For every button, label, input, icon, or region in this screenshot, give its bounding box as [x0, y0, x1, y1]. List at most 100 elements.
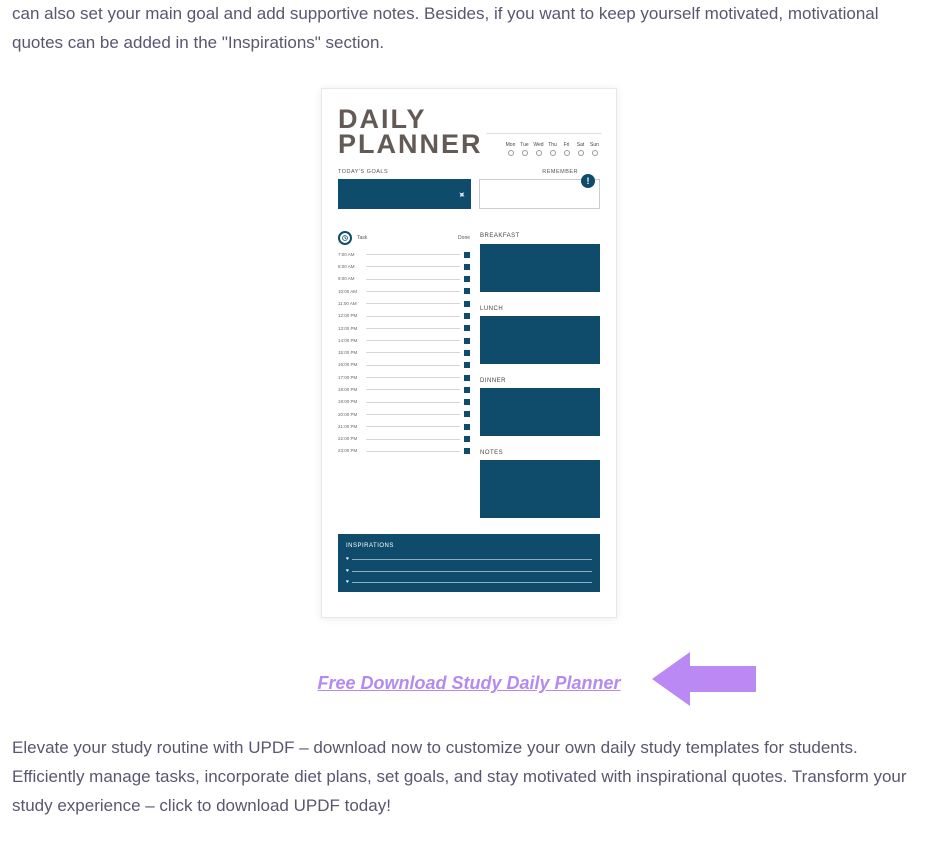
- done-checkbox: [464, 411, 470, 417]
- schedule-line: [366, 291, 460, 292]
- goals-box: ✦: [338, 179, 471, 209]
- day-thu: Thu: [547, 141, 558, 157]
- done-checkbox: [464, 338, 470, 344]
- sched-head-task: Task: [357, 234, 367, 243]
- done-checkbox: [464, 387, 470, 393]
- schedule-rows: 7:00 AM 8:00 AM 9:00 AM 10:00 AM 11:00 AM 12:…: [338, 248, 470, 457]
- schedule-time: 7:00 AM: [338, 251, 362, 259]
- breakfast-label: BREAKFAST: [480, 231, 600, 241]
- schedule-time: 20:00 PM: [338, 411, 362, 419]
- planner-header: DAILY PLANNER Mon Tue Wed Thu Fri Sat Su…: [338, 107, 600, 158]
- planner-title-line2: PLANNER: [338, 132, 483, 158]
- lunch-label: LUNCH: [480, 304, 600, 314]
- intro-paragraph: can also set your main goal and add supp…: [12, 0, 926, 58]
- day-sat: Sat: [575, 141, 586, 157]
- schedule-row: 14:00 PM: [338, 334, 470, 346]
- day-sun: Sun: [589, 141, 600, 157]
- done-checkbox: [464, 350, 470, 356]
- schedule-row: 18:00 PM: [338, 384, 470, 396]
- sched-head-done: Done: [458, 234, 470, 243]
- inspiration-line: ♥: [346, 567, 592, 576]
- day-mon: Mon: [505, 141, 516, 157]
- schedule-column: Task Done 7:00 AM 8:00 AM 9:00 AM 10:00 AM 1…: [338, 231, 470, 518]
- schedule-time: 18:00 PM: [338, 386, 362, 394]
- week-days: Mon Tue Wed Thu Fri Sat Sun: [505, 141, 600, 157]
- inspiration-line: ♥: [346, 555, 592, 564]
- schedule-time: 15:00 PM: [338, 349, 362, 357]
- schedule-line: [366, 414, 460, 415]
- outro-paragraph: Elevate your study routine with UPDF – d…: [12, 734, 926, 821]
- done-checkbox: [464, 288, 470, 294]
- done-checkbox: [464, 252, 470, 258]
- schedule-time: 10:00 AM: [338, 288, 362, 296]
- done-checkbox: [464, 424, 470, 430]
- schedule-row: 7:00 AM: [338, 248, 470, 260]
- meals-column: BREAKFAST LUNCH DINNER NOTES: [480, 231, 600, 518]
- schedule-line: [366, 316, 460, 317]
- remember-box: !: [479, 179, 600, 209]
- schedule-row: 23:00 PM: [338, 445, 470, 457]
- top-boxes: TODAY'S GOALS ✦ REMEMBER !: [338, 168, 600, 209]
- day-wed: Wed: [533, 141, 544, 157]
- done-checkbox: [464, 313, 470, 319]
- schedule-row: 9:00 AM: [338, 273, 470, 285]
- schedule-row: 16:00 PM: [338, 359, 470, 371]
- schedule-row: 11:00 AM: [338, 298, 470, 310]
- schedule-line: [366, 254, 460, 255]
- schedule-time: 8:00 AM: [338, 263, 362, 271]
- clock-icon: [338, 231, 352, 245]
- breakfast-box: [480, 244, 600, 292]
- notes-label: NOTES: [480, 448, 600, 458]
- heart-icon: ♥: [346, 555, 349, 564]
- schedule-row: 13:00 PM: [338, 322, 470, 334]
- schedule-line: [366, 439, 460, 440]
- schedule-time: 16:00 PM: [338, 361, 362, 369]
- day-tue: Tue: [519, 141, 530, 157]
- schedule-time: 13:00 PM: [338, 325, 362, 333]
- lunch-box: [480, 316, 600, 364]
- alert-icon: !: [581, 174, 595, 188]
- schedule-head: Task Done: [338, 231, 470, 245]
- arrow-icon: [652, 644, 762, 724]
- notes-box: [480, 460, 600, 518]
- schedule-row: 15:00 PM: [338, 347, 470, 359]
- dinner-label: DINNER: [480, 376, 600, 386]
- download-link[interactable]: Free Download Study Daily Planner: [317, 668, 620, 699]
- schedule-line: [366, 402, 460, 403]
- schedule-time: 17:00 PM: [338, 374, 362, 382]
- schedule-line: [366, 377, 460, 378]
- planner-title: DAILY PLANNER: [338, 107, 483, 158]
- schedule-row: 19:00 PM: [338, 396, 470, 408]
- schedule-line: [366, 303, 460, 304]
- inspiration-line: ♥: [346, 590, 592, 599]
- schedule-row: 21:00 PM: [338, 421, 470, 433]
- schedule-time: 12:00 PM: [338, 312, 362, 320]
- schedule-time: 21:00 PM: [338, 423, 362, 431]
- schedule-line: [366, 340, 460, 341]
- schedule-time: 19:00 PM: [338, 398, 362, 406]
- schedule-row: 12:00 PM: [338, 310, 470, 322]
- schedule-line: [366, 365, 460, 366]
- schedule-row: 17:00 PM: [338, 371, 470, 383]
- daily-planner-preview: DAILY PLANNER Mon Tue Wed Thu Fri Sat Su…: [321, 88, 617, 618]
- inspiration-line: ♥: [346, 578, 592, 587]
- download-link-row: Free Download Study Daily Planner: [12, 662, 926, 706]
- schedule-line: [366, 328, 460, 329]
- schedule-line: [366, 389, 460, 390]
- done-checkbox: [464, 375, 470, 381]
- heart-icon: ♥: [346, 578, 349, 587]
- done-checkbox: [464, 264, 470, 270]
- schedule-time: 11:00 AM: [338, 300, 362, 308]
- schedule-time: 23:00 PM: [338, 447, 362, 455]
- goals-label: TODAY'S GOALS: [338, 168, 471, 177]
- schedule-line: [366, 266, 460, 267]
- schedule-line: [366, 426, 460, 427]
- planner-image-wrap: DAILY PLANNER Mon Tue Wed Thu Fri Sat Su…: [12, 88, 926, 618]
- schedule-line: [366, 352, 460, 353]
- mid-row: Task Done 7:00 AM 8:00 AM 9:00 AM 10:00 AM 1…: [338, 231, 600, 518]
- inspirations-box: INSPIRATIONS ♥ ♥ ♥ ♥: [338, 534, 600, 592]
- done-checkbox: [464, 448, 470, 454]
- done-checkbox: [464, 276, 470, 282]
- wand-icon: ✦: [452, 187, 469, 205]
- schedule-row: 10:00 AM: [338, 285, 470, 297]
